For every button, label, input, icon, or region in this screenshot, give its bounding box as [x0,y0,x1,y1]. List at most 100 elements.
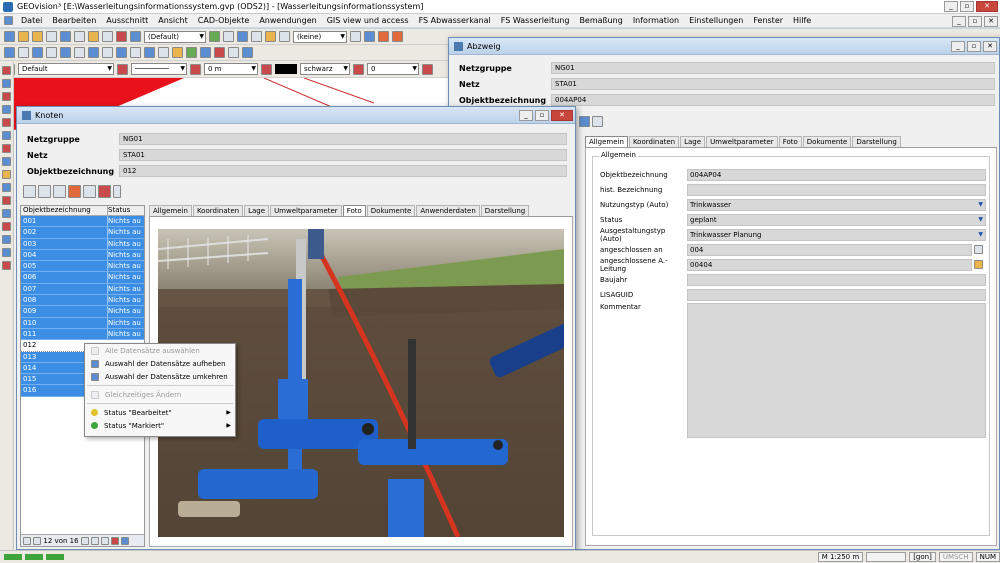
knoten-tab-umweltparameter[interactable]: Umweltparameter [270,205,342,216]
knoten-tab-foto[interactable]: Foto [342,205,366,216]
tool-1-icon[interactable] [2,66,11,75]
table-row[interactable]: 007 Nichts aus [21,283,144,296]
mirror-icon[interactable] [116,47,127,58]
grid-header-objektbezeichnung[interactable]: Objektbezeichnung [21,206,107,215]
menu-gis-view[interactable]: GIS view und access [322,16,414,25]
abzweig-tab-umweltparameter[interactable]: Umweltparameter [706,136,778,147]
knoten-tab-lage[interactable]: Lage [244,205,270,216]
layer-combo[interactable]: (Default) [144,30,206,43]
tool-16-icon[interactable] [2,261,11,270]
tool-13-icon[interactable] [2,222,11,231]
abzweig-minimize-icon[interactable]: _ [951,41,965,52]
tool-12-icon[interactable] [2,209,11,218]
knoten-close-icon[interactable]: ✕ [551,110,573,121]
table-row[interactable]: 010 Nichts aus [21,317,144,329]
ctx-select-all[interactable]: Alle Datensätze auswählen [85,344,235,357]
rotate-icon[interactable] [102,47,113,58]
table-row[interactable]: 006 Nichts aus [21,272,144,284]
attr-objektbezeichnung-value[interactable]: 004AP04 [687,168,986,181]
attr-ausgestaltungstyp-select[interactable]: Trinkwasser Planung [687,228,986,241]
move-icon[interactable] [88,47,99,58]
ctx-bulk-edit[interactable]: Gleichzeitiges Ändern [85,388,235,401]
attr-hist-bezeichnung-value[interactable] [687,183,986,196]
tool-7-icon[interactable] [2,144,11,153]
tool-4-icon[interactable] [2,105,11,114]
attr-nutzungstyp-select[interactable]: Trinkwasser [687,198,986,211]
abzweig-tab-dokumente[interactable]: Dokumente [802,136,852,147]
abzweig-tab-allgemein[interactable]: Allgemein [585,136,628,147]
attr-status-select[interactable]: geplant [687,213,986,226]
knoten-tab-allgemein[interactable]: Allgemein [149,205,192,216]
select-arrow-icon[interactable] [38,185,51,198]
ctx-deselect[interactable]: Auswahl der Datensätze aufheben [85,357,235,370]
knoten-tab-darstellung[interactable]: Darstellung [480,205,530,216]
linetype-lock-icon[interactable] [190,63,201,75]
abzweig-tool-icon[interactable] [579,116,590,127]
status-scale[interactable]: M 1:250 m [817,552,864,562]
angeschlossen-lookup-icon[interactable] [974,245,983,254]
nav-prev-icon[interactable] [33,536,41,545]
menu-anwendungen[interactable]: Anwendungen [254,16,321,25]
nav-add-icon[interactable] [101,536,109,545]
circle-icon[interactable] [60,47,71,58]
abzweig-tab-foto[interactable]: Foto [778,136,802,147]
new-file-icon[interactable] [18,31,29,42]
grid-icon[interactable] [237,31,248,42]
menu-ansicht[interactable]: Ansicht [153,16,193,25]
leitung-lookup-icon[interactable] [974,260,983,269]
attr-leitung-value[interactable]: 00404 [687,258,972,271]
tool-15-icon[interactable] [2,248,11,257]
abzweig-tab-lage[interactable]: Lage [680,136,706,147]
nav-delete-icon[interactable] [111,536,119,545]
menu-fs-abwasserkanal[interactable]: FS Abwasserkanal [414,16,496,25]
width-field[interactable]: 0 [367,63,419,75]
attr-lisaguid-value[interactable] [687,288,986,301]
snap-icon[interactable] [223,31,234,42]
text-icon[interactable] [279,31,290,42]
tool-11-icon[interactable] [2,196,11,205]
table-row[interactable]: 001 Nichts aus [21,216,144,228]
refresh-icon[interactable] [228,47,239,58]
color-lock-icon[interactable] [353,63,364,75]
menu-information[interactable]: Information [628,16,684,25]
attr-kommentar-textarea[interactable] [687,303,986,438]
polyline-icon[interactable] [4,47,15,58]
rect-icon[interactable] [46,47,57,58]
color-combo[interactable]: schwarz [300,63,350,75]
box-orange-2-icon[interactable] [392,31,403,42]
save-icon[interactable] [46,31,57,42]
tool-14-icon[interactable] [2,235,11,244]
menu-fs-wasserleitung[interactable]: FS Wasserleitung [496,16,575,25]
abzweig-close-icon[interactable]: ✕ [983,41,997,52]
attr-angeschlossen-value[interactable]: 004 [687,243,972,256]
nav-refresh-icon[interactable] [121,536,129,545]
doc-minimize-icon[interactable]: _ [952,16,966,27]
ctx-status-markiert[interactable]: Status "Markiert" ▶ [85,419,235,432]
width-lock-icon[interactable] [422,63,433,75]
table-row[interactable]: 008 Nichts aus [21,295,144,307]
tool-8-icon[interactable] [2,157,11,166]
doc-restore-icon[interactable]: ▫ [968,16,982,27]
menu-bemassung[interactable]: Bemaßung [574,16,627,25]
arc-icon[interactable] [18,47,29,58]
menu-cad-objekte[interactable]: CAD-Objekte [193,16,255,25]
knoten-minimize-icon[interactable]: _ [519,110,533,121]
offset-lock-icon[interactable] [261,63,272,75]
tool-2-icon[interactable] [2,79,11,88]
tool-3-icon[interactable] [2,92,11,101]
menu-einstellungen[interactable]: Einstellungen [684,16,748,25]
fill-icon[interactable] [172,47,183,58]
menu-ausschnitt[interactable]: Ausschnitt [101,16,153,25]
layer-green-icon[interactable] [186,47,197,58]
curve-icon[interactable] [32,47,43,58]
style-default-combo[interactable]: Default [18,63,114,75]
table-icon[interactable] [98,185,111,198]
delete-record-icon[interactable] [68,185,81,198]
layer-icon[interactable] [130,31,141,42]
abzweig-dropdown-icon[interactable] [592,116,603,127]
x-tool-icon[interactable] [350,31,361,42]
offset-field[interactable]: 0 m [204,63,258,75]
menu-datei[interactable]: Datei [16,16,47,25]
info-icon[interactable] [242,47,253,58]
style-lock-icon[interactable] [117,63,128,75]
